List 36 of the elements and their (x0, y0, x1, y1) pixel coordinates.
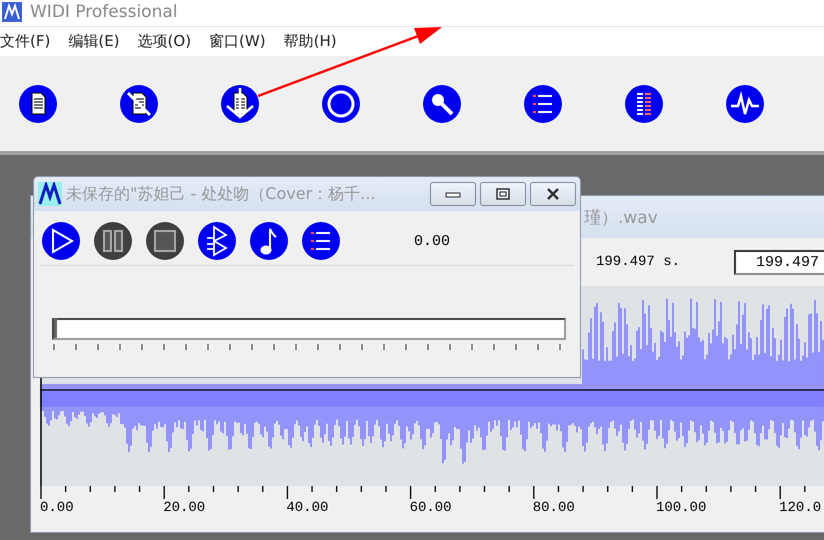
axis-label: 20.00 (163, 500, 206, 516)
document-icon[interactable] (17, 82, 59, 124)
duration-field[interactable]: 199.497 (734, 250, 824, 274)
axis-label: 40.00 (286, 500, 330, 516)
double-play-button[interactable] (196, 220, 238, 262)
axis-label: 100.00 (656, 500, 708, 516)
position-readout: 0.00 (414, 232, 450, 250)
waveform-icon[interactable] (724, 82, 766, 124)
menu-item[interactable]: 文件(F) (0, 32, 50, 51)
position-slider[interactable] (52, 318, 566, 340)
audio-window-title: 瑾）.wav (584, 206, 658, 228)
window-title: WIDI Professional (30, 1, 178, 24)
minimize-button[interactable] (430, 182, 476, 206)
menu-item[interactable]: 编辑(E) (68, 32, 120, 51)
menu-item[interactable]: 窗口(W) (209, 32, 266, 51)
download-document-icon[interactable] (219, 82, 261, 124)
menu-item[interactable]: 帮助(H) (284, 32, 337, 51)
app-logo-icon (38, 182, 62, 206)
axis-label: 60.00 (410, 500, 453, 516)
note-button[interactable] (248, 220, 290, 262)
list-icon[interactable] (522, 82, 564, 124)
circle-icon[interactable] (320, 82, 362, 124)
player-window-title: 未保存的"苏妲己 - 处处吻（Cover：杨千... (66, 184, 376, 204)
axis-label: 0.00 (40, 500, 75, 516)
duration-label: 199.497 s. (596, 254, 680, 270)
menu-item[interactable]: 选项(O) (138, 32, 192, 51)
axis-label: 120.0 (779, 500, 822, 516)
close-button[interactable] (530, 182, 576, 206)
play-button[interactable] (40, 220, 82, 262)
microphone-icon[interactable] (421, 82, 463, 124)
maximize-button[interactable] (480, 182, 526, 206)
axis-label: 80.00 (532, 500, 576, 516)
equalizer-icon[interactable] (623, 82, 665, 124)
list-button[interactable] (300, 220, 342, 262)
no-document-icon[interactable] (118, 82, 160, 124)
slider-thumb[interactable] (54, 318, 57, 338)
